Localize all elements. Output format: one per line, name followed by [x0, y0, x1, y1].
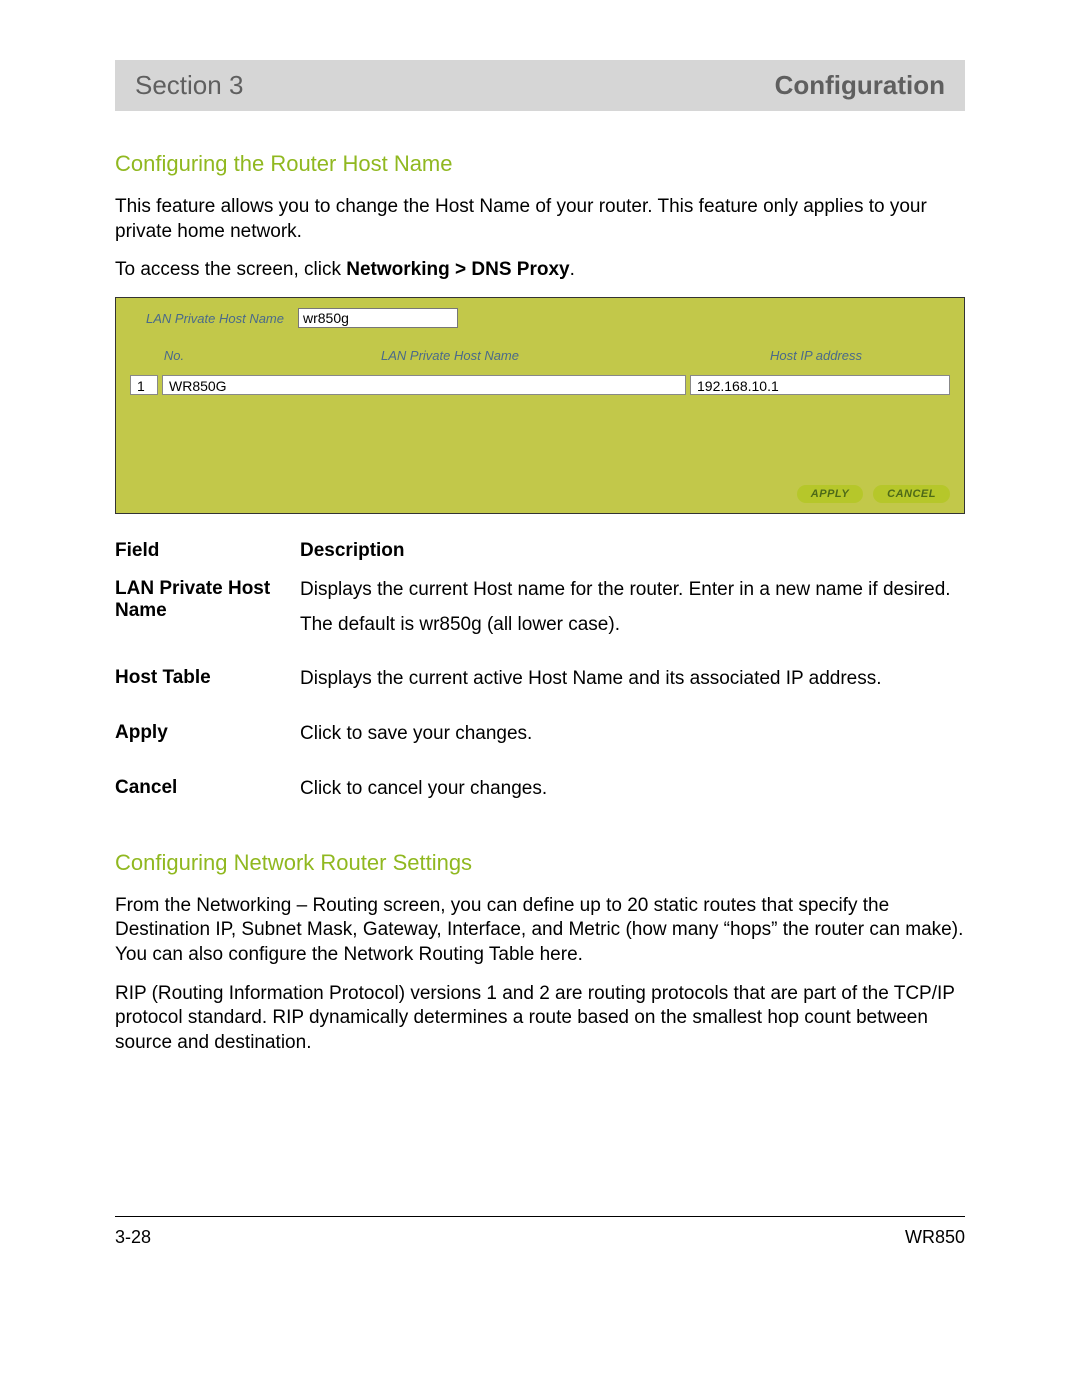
row-ip: 192.168.10.1 — [690, 375, 950, 395]
fd-row: Cancel Click to cancel your changes. — [115, 767, 965, 822]
section1-title: Configuring the Router Host Name — [115, 151, 965, 177]
access-prefix: To access the screen, click — [115, 259, 346, 280]
fd-desc: Displays the current active Host Name an… — [300, 657, 965, 712]
fd-field: LAN Private Host Name — [115, 568, 300, 657]
fd-desc-line: Click to cancel your changes. — [300, 777, 965, 802]
cancel-button[interactable]: CANCEL — [873, 485, 950, 503]
host-table-headers: No. LAN Private Host Name Host IP addres… — [130, 348, 950, 363]
footer-page-num: 3-28 — [115, 1227, 151, 1248]
footer-model: WR850 — [905, 1227, 965, 1248]
router-panel: LAN Private Host Name No. LAN Private Ho… — [115, 297, 965, 514]
fd-desc: Click to save your changes. — [300, 712, 965, 767]
access-path: Networking > DNS Proxy — [346, 259, 569, 280]
fd-desc-line: Click to save your changes. — [300, 722, 965, 747]
panel-buttons: APPLY CANCEL — [130, 485, 950, 503]
col-host: LAN Private Host Name — [214, 348, 686, 363]
fd-header-row: Field Description — [115, 536, 965, 568]
access-suffix: . — [570, 259, 575, 280]
table-row: 1 WR850G 192.168.10.1 — [130, 375, 950, 395]
fd-field: Apply — [115, 712, 300, 767]
page-footer: 3-28 WR850 — [115, 1216, 965, 1248]
row-host: WR850G — [162, 375, 686, 395]
fd-field: Cancel — [115, 767, 300, 822]
fd-desc: Click to cancel your changes. — [300, 767, 965, 822]
apply-button[interactable]: APPLY — [797, 485, 863, 503]
hostname-label: LAN Private Host Name — [130, 311, 290, 326]
fd-desc-line: Displays the current Host name for the r… — [300, 578, 965, 603]
field-description-table: Field Description LAN Private Host Name … — [115, 536, 965, 821]
row-no: 1 — [130, 375, 158, 395]
fd-row: Apply Click to save your changes. — [115, 712, 965, 767]
section-label: Section 3 — [135, 70, 243, 101]
section2-p2: RIP (Routing Information Protocol) versi… — [115, 982, 965, 1056]
fd-row: LAN Private Host Name Displays the curre… — [115, 568, 965, 657]
fd-desc: Displays the current Host name for the r… — [300, 568, 965, 657]
col-ip: Host IP address — [686, 348, 946, 363]
fd-row: Host Table Displays the current active H… — [115, 657, 965, 712]
hostname-input[interactable] — [298, 308, 458, 328]
fd-header-desc: Description — [300, 536, 965, 568]
fd-header-field: Field — [115, 536, 300, 568]
fd-desc-line: The default is wr850g (all lower case). — [300, 613, 965, 638]
col-no: No. — [134, 348, 214, 363]
fd-field: Host Table — [115, 657, 300, 712]
section1-access: To access the screen, click Networking >… — [115, 258, 965, 283]
section2-title: Configuring Network Router Settings — [115, 850, 965, 876]
section2-p1: From the Networking – Routing screen, yo… — [115, 894, 965, 968]
fd-desc-line: Displays the current active Host Name an… — [300, 667, 965, 692]
page-title: Configuration — [775, 70, 945, 101]
page-header: Section 3 Configuration — [115, 60, 965, 111]
hostname-row: LAN Private Host Name — [130, 308, 950, 328]
section1-intro: This feature allows you to change the Ho… — [115, 195, 965, 244]
